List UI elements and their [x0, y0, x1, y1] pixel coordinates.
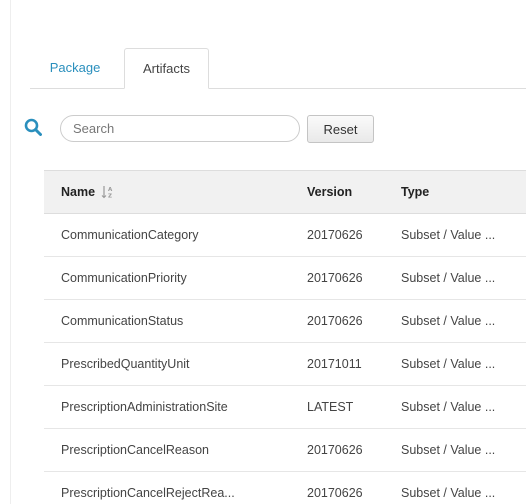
cell-name: PrescribedQuantityUnit [44, 342, 290, 386]
cell-name: PrescriptionCancelReason [44, 428, 290, 472]
cell-type: Subset / Value ... [384, 428, 526, 472]
cell-name: CommunicationStatus [44, 299, 290, 343]
cell-type: Subset / Value ... [384, 342, 526, 386]
table-row[interactable]: CommunicationStatus 20170626 Subset / Valu… [44, 299, 526, 343]
artifacts-table: Name A Z Version Type CommunicationCateg… [44, 170, 526, 504]
column-header-type[interactable]: Type [384, 170, 526, 214]
cell-version: 20171011 [290, 342, 384, 386]
table-row[interactable]: PrescriptionAdministrationSite LATEST Subs… [44, 385, 526, 429]
column-header-name[interactable]: Name A Z [44, 170, 290, 214]
reset-button[interactable]: Reset [307, 115, 374, 143]
sort-alpha-asc-icon[interactable]: A Z [101, 185, 113, 199]
tab-artifacts[interactable]: Artifacts [124, 48, 209, 89]
column-header-name-label: Name [61, 184, 96, 199]
tab-package[interactable]: Package [38, 48, 112, 88]
cell-type: Subset / Value ... [384, 471, 526, 504]
cell-version: 20170626 [290, 299, 384, 343]
artifacts-page: Package Artifacts Reset Name A Z Version [0, 0, 526, 504]
cell-name: PrescriptionCancelRejectRea... [44, 471, 290, 504]
cell-name: CommunicationCategory [44, 213, 290, 257]
table-row[interactable]: PrescriptionCancelReason 20170626 Subset /… [44, 428, 526, 472]
cell-type: Subset / Value ... [384, 299, 526, 343]
cell-version: 20170626 [290, 471, 384, 504]
cell-name: PrescriptionAdministrationSite [44, 385, 290, 429]
cell-version: 20170626 [290, 213, 384, 257]
cell-type: Subset / Value ... [384, 256, 526, 300]
cell-name: CommunicationPriority [44, 256, 290, 300]
cell-version: 20170626 [290, 256, 384, 300]
table-header-row: Name A Z Version Type [44, 170, 526, 214]
table-row[interactable]: CommunicationPriority 20170626 Subset / Va… [44, 256, 526, 300]
cell-type: Subset / Value ... [384, 213, 526, 257]
svg-text:Z: Z [108, 194, 112, 200]
table-row[interactable]: PrescribedQuantityUnit 20171011 Subset / V… [44, 342, 526, 386]
tab-bar: Package Artifacts [30, 48, 526, 89]
table-body: CommunicationCategory 20170626 Subset / Va… [44, 213, 526, 504]
cell-type: Subset / Value ... [384, 385, 526, 429]
cell-version: LATEST [290, 385, 384, 429]
table-row[interactable]: CommunicationCategory 20170626 Subset / Va… [44, 213, 526, 257]
search-input[interactable] [60, 115, 300, 142]
left-divider [10, 0, 11, 504]
table-row[interactable]: PrescriptionCancelRejectRea... 20170626 Su… [44, 471, 526, 504]
search-icon[interactable] [24, 118, 42, 136]
cell-version: 20170626 [290, 428, 384, 472]
svg-text:A: A [108, 187, 113, 193]
column-header-version[interactable]: Version [290, 170, 384, 214]
